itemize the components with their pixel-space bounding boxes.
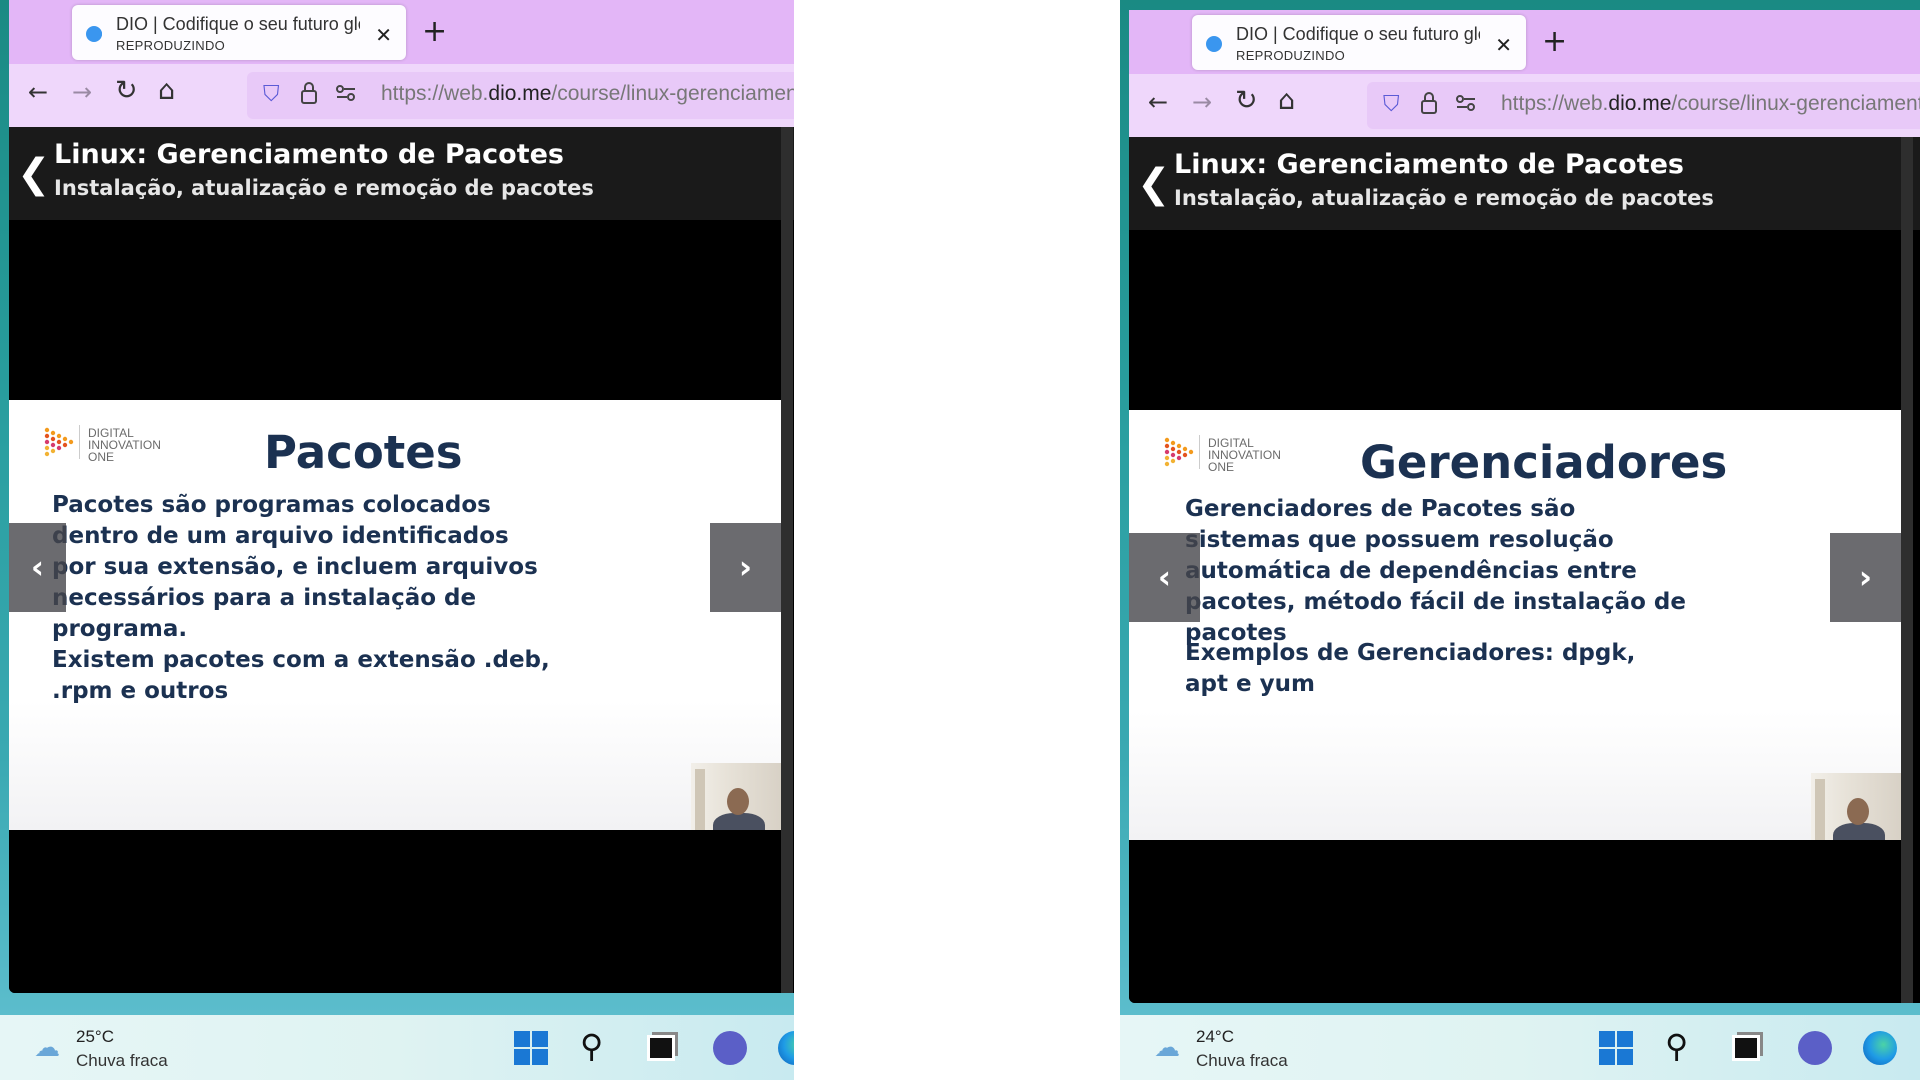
course-back-chevron-icon[interactable]: ❮ <box>17 151 51 197</box>
forward-arrow-icon[interactable]: → <box>1192 88 1212 116</box>
logo-wordmark: DIGITAL INNOVATION ONE <box>1208 436 1281 474</box>
windows-taskbar: ☁ 25°C Chuva fraca ⚲ <box>0 1015 794 1080</box>
left-screen-capture: DIO | Codifique o seu futuro global REPR… <box>0 0 794 1080</box>
weather-condition[interactable]: Chuva fraca <box>76 1051 168 1071</box>
url-text[interactable]: https://web.dio.me/course/linux-gerencia… <box>381 82 794 106</box>
navigation-toolbar: ← → ↻ ⌂ ⛉ https://web.dio.me/course/linu… <box>1129 74 1920 137</box>
url-path: /course/linux-gerenciamento-de-pacotes <box>551 82 794 105</box>
weather-condition[interactable]: Chuva fraca <box>1196 1051 1288 1071</box>
logo-wordmark: DIGITAL INNOVATION ONE <box>88 426 161 464</box>
edge-browser-icon[interactable] <box>778 1031 794 1065</box>
cloud-rain-icon[interactable]: ☁ <box>1154 1033 1180 1063</box>
home-icon[interactable]: ⌂ <box>1278 85 1295 116</box>
weather-temperature[interactable]: 24°C <box>1196 1027 1234 1047</box>
task-view-icon[interactable] <box>1732 1035 1760 1061</box>
course-back-chevron-icon[interactable]: ❮ <box>1137 161 1171 207</box>
logo-divider <box>1199 435 1200 469</box>
task-view-icon[interactable] <box>647 1035 675 1061</box>
tab-status: REPRODUZINDO <box>116 38 226 53</box>
lock-icon[interactable] <box>1420 91 1438 121</box>
browser-tab[interactable]: DIO | Codifique o seu futuro global REPR… <box>72 5 406 60</box>
weather-temperature[interactable]: 25°C <box>76 1027 114 1047</box>
address-bar[interactable]: ⛉ https://web.dio.me/course/linux-gerenc… <box>1367 82 1920 129</box>
browser-window: DIO | Codifique o seu futuro global REPR… <box>1129 10 1920 1003</box>
video-player[interactable]: DIGITAL INNOVATION ONE Gerenciadores Ger… <box>1129 230 1901 1003</box>
course-header: ❮ Linux: Gerenciamento de Pacotes Instal… <box>1129 137 1920 230</box>
slide-title: Pacotes <box>264 426 463 479</box>
slide-prev-button[interactable]: ‹ <box>9 523 66 612</box>
home-icon[interactable]: ⌂ <box>158 75 175 106</box>
teams-chat-icon[interactable] <box>1798 1031 1832 1065</box>
slide-title: Gerenciadores <box>1360 436 1728 489</box>
permissions-icon[interactable] <box>1455 92 1477 119</box>
search-icon[interactable]: ⚲ <box>1665 1027 1699 1065</box>
slide-secondary-text: Exemplos de Gerenciadores: dpgk, apt e y… <box>1185 640 1636 697</box>
course-subtitle: Instalação, atualização e remoção de pac… <box>1174 186 1714 210</box>
tab-bar: DIO | Codifique o seu futuro global REPR… <box>1129 10 1920 74</box>
teams-chat-icon[interactable] <box>713 1031 747 1065</box>
tab-bar: DIO | Codifique o seu futuro global REPR… <box>9 0 794 64</box>
windows-start-icon[interactable] <box>1599 1031 1633 1065</box>
url-prefix: https://web. <box>381 82 489 105</box>
slide-body-text: Pacotes são programas colocados dentro d… <box>52 492 538 642</box>
dio-favicon-icon <box>86 26 102 42</box>
logo-divider <box>79 425 80 459</box>
permissions-icon[interactable] <box>335 82 357 109</box>
slide-frame: DIGITAL INNOVATION ONE Pacotes Pacotes s… <box>9 400 781 830</box>
search-icon[interactable]: ⚲ <box>580 1027 614 1065</box>
slide-next-button[interactable]: › <box>1830 533 1901 622</box>
slide-prev-button[interactable]: ‹ <box>1129 533 1200 622</box>
slide-frame: DIGITAL INNOVATION ONE Gerenciadores Ger… <box>1129 410 1901 840</box>
tracking-protection-shield-icon[interactable]: ⛉ <box>263 82 280 107</box>
sidebar-strip <box>1901 137 1913 1003</box>
back-arrow-icon[interactable]: ← <box>28 78 48 106</box>
sidebar-strip <box>781 127 793 993</box>
dio-logo-icon <box>1164 437 1194 467</box>
course-title: Linux: Gerenciamento de Pacotes <box>1174 149 1685 180</box>
course-subtitle: Instalação, atualização e remoção de pac… <box>54 176 594 200</box>
tracking-protection-shield-icon[interactable]: ⛉ <box>1383 92 1400 117</box>
tab-title: DIO | Codifique o seu futuro global <box>116 14 360 34</box>
url-domain: dio.me <box>488 82 552 105</box>
lock-icon[interactable] <box>300 81 318 111</box>
edge-browser-icon[interactable] <box>1863 1031 1897 1065</box>
reload-icon[interactable]: ↻ <box>1235 85 1258 116</box>
windows-start-icon[interactable] <box>514 1031 548 1065</box>
reload-icon[interactable]: ↻ <box>115 75 138 106</box>
url-domain: dio.me <box>1608 92 1672 115</box>
close-tab-icon[interactable]: ✕ <box>375 23 392 47</box>
close-tab-icon[interactable]: ✕ <box>1495 33 1512 57</box>
presenter-webcam-thumbnail <box>1811 773 1901 840</box>
slide-next-button[interactable]: › <box>710 523 781 612</box>
address-bar[interactable]: ⛉ https://web.dio.me/course/linux-gerenc… <box>247 72 794 119</box>
forward-arrow-icon[interactable]: → <box>72 78 92 106</box>
right-screen-capture: DIO | Codifique o seu futuro global REPR… <box>1120 0 1920 1080</box>
browser-tab[interactable]: DIO | Codifique o seu futuro global REPR… <box>1192 15 1526 70</box>
new-tab-button[interactable]: + <box>422 14 447 49</box>
slide-body-text: Gerenciadores de Pacotes são sistemas qu… <box>1185 496 1686 646</box>
dio-favicon-icon <box>1206 36 1222 52</box>
slide-secondary-text: Existem pacotes com a extensão .deb, .rp… <box>52 647 550 704</box>
browser-window: DIO | Codifique o seu futuro global REPR… <box>9 0 794 993</box>
dio-logo-icon <box>44 427 74 457</box>
cloud-rain-icon[interactable]: ☁ <box>34 1033 60 1063</box>
course-title: Linux: Gerenciamento de Pacotes <box>54 139 565 170</box>
back-arrow-icon[interactable]: ← <box>1148 88 1168 116</box>
blank-gap <box>794 0 1120 1080</box>
video-player[interactable]: DIGITAL INNOVATION ONE Pacotes Pacotes s… <box>9 220 781 993</box>
windows-taskbar: ☁ 24°C Chuva fraca ⚲ <box>1120 1015 1920 1080</box>
course-header: ❮ Linux: Gerenciamento de Pacotes Instal… <box>9 127 794 220</box>
url-text[interactable]: https://web.dio.me/course/linux-gerencia… <box>1501 92 1920 116</box>
tab-title: DIO | Codifique o seu futuro global <box>1236 24 1480 44</box>
url-path: /course/linux-gerenciamento-de-pacotes <box>1671 92 1920 115</box>
new-tab-button[interactable]: + <box>1542 24 1567 59</box>
tab-status: REPRODUZINDO <box>1236 48 1346 63</box>
url-prefix: https://web. <box>1501 92 1609 115</box>
presenter-webcam-thumbnail <box>691 763 781 830</box>
navigation-toolbar: ← → ↻ ⌂ ⛉ https://web.dio.me/course/linu… <box>9 64 794 127</box>
